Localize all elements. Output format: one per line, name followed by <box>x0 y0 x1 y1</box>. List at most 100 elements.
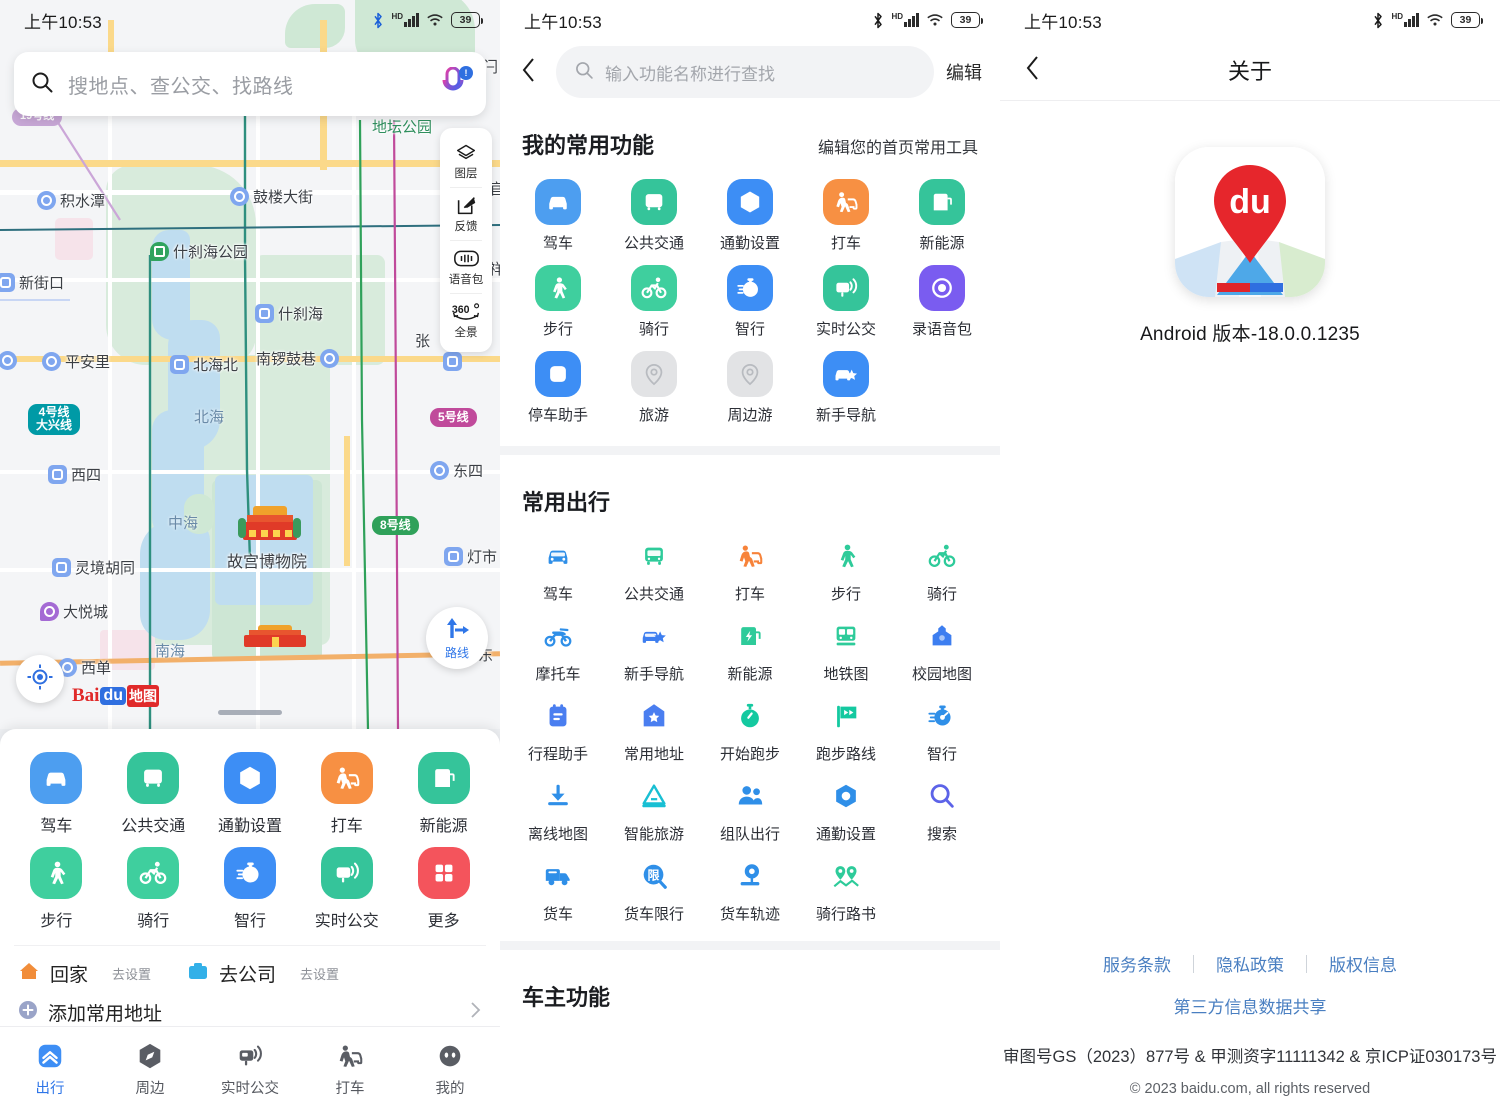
tab-打车[interactable]: 打车 <box>300 1040 400 1098</box>
function-item-校园地图[interactable]: 校园地图 <box>894 607 990 687</box>
function-item-实时公交[interactable]: 实时公交 <box>798 256 894 342</box>
map-tool-voice-pack[interactable]: 语音包 <box>440 240 492 293</box>
map-poi-xidan[interactable]: 西单 <box>58 657 111 678</box>
function-item-通勤设置[interactable]: 通勤设置 <box>702 170 798 256</box>
favorite-home-action[interactable]: 去设置 <box>112 964 151 983</box>
quick-tool-label: 智行 <box>233 913 266 930</box>
voice-search-button[interactable]: ! <box>436 66 473 101</box>
map-poi-dengshi[interactable]: 灯市 <box>444 546 497 567</box>
function-item-公共交通[interactable]: 公共交通 <box>606 170 702 256</box>
function-item-货车轨迹[interactable]: 货车轨迹 <box>702 847 798 927</box>
map-poi-pinganli[interactable]: 平安里 <box>42 351 110 372</box>
function-item-label: 离线地图 <box>527 826 588 843</box>
back-button[interactable] <box>514 50 544 94</box>
tab-实时公交[interactable]: 实时公交 <box>200 1040 300 1098</box>
function-item-智能旅游[interactable]: 智能旅游 <box>606 767 702 847</box>
quick-tool-6[interactable]: 步行 <box>8 840 105 935</box>
quick-tool-4[interactable]: 打车 <box>298 745 395 840</box>
favorite-work[interactable]: 去公司 去设置 <box>187 960 339 987</box>
tab-周边[interactable]: 周边 <box>100 1040 200 1098</box>
function-item-搜索[interactable]: 搜索 <box>894 767 990 847</box>
function-search-placeholder: 输入功能名称进行查找 <box>605 64 775 84</box>
map-poi-xinjiekou[interactable]: 新街口 <box>0 272 64 293</box>
section-subtitle[interactable]: 编辑您的首页常用工具 <box>818 134 978 158</box>
function-item-摩托车[interactable]: 摩托车 <box>510 607 606 687</box>
privacy-link[interactable]: 隐私政策 <box>1194 951 1306 976</box>
map-poi-jishuitan[interactable]: 积水潭 <box>37 190 105 211</box>
function-item-骑行路书[interactable]: 骑行路书 <box>798 847 894 927</box>
function-item-货车[interactable]: 货车 <box>510 847 606 927</box>
function-item-骑行[interactable]: 骑行 <box>894 527 990 607</box>
search-icon <box>30 70 54 99</box>
function-item-新手导航[interactable]: 新手导航 <box>606 607 702 687</box>
function-search-input[interactable]: 输入功能名称进行查找 <box>556 46 934 98</box>
function-item-常用地址[interactable]: 常用地址 <box>606 687 702 767</box>
map-poi-shichahai-park[interactable]: 什刹海公园 <box>150 241 248 262</box>
locate-button[interactable] <box>16 655 64 703</box>
function-item-行程助手[interactable]: 行程助手 <box>510 687 606 767</box>
map-poi-palace-museum[interactable]: 故宫博物院 <box>227 548 307 572</box>
favorite-home[interactable]: 回家 去设置 <box>18 960 151 987</box>
map-tool-feedback[interactable]: 反馈 <box>440 187 492 240</box>
function-item-录语音包[interactable]: 录语音包 <box>894 256 990 342</box>
subway-station-icon <box>255 304 274 323</box>
tab-我的[interactable]: 我的 <box>400 1040 500 1098</box>
map-poi-nanluoguxiang[interactable]: 南锣鼓巷 <box>256 348 340 369</box>
map-poi-dongsi[interactable]: 东四 <box>430 460 483 481</box>
pin-icon <box>631 351 677 397</box>
function-item-新手导航[interactable]: 新手导航 <box>798 342 894 428</box>
quick-tool-2[interactable]: 公共交通 <box>105 745 202 840</box>
function-item-打车[interactable]: 打车 <box>702 527 798 607</box>
map-poi-shichahai[interactable]: 什刹海 <box>255 303 323 324</box>
third-party-link[interactable]: 第三方信息数据共享 <box>1000 993 1500 1018</box>
map-tool-layers[interactable]: 图层 <box>440 134 492 187</box>
function-item-驾车[interactable]: 驾车 <box>510 170 606 256</box>
function-item-智行[interactable]: 智行 <box>894 687 990 767</box>
edit-button[interactable]: 编辑 <box>946 59 982 85</box>
function-item-步行[interactable]: 步行 <box>510 256 606 342</box>
quick-tool-3[interactable]: 通勤设置 <box>202 745 299 840</box>
function-item-打车[interactable]: 打车 <box>798 170 894 256</box>
function-item-开始跑步[interactable]: 开始跑步 <box>702 687 798 767</box>
quick-tool-1[interactable]: 驾车 <box>8 745 105 840</box>
map-poi-gulou[interactable]: 鼓楼大街 <box>230 186 313 207</box>
function-item-通勤设置[interactable]: 通勤设置 <box>798 767 894 847</box>
function-item-驾车[interactable]: 驾车 <box>510 527 606 607</box>
function-item-智行[interactable]: 智行 <box>702 256 798 342</box>
tab-出行[interactable]: 出行 <box>0 1040 100 1098</box>
function-item-地铁图[interactable]: 地铁图 <box>798 607 894 687</box>
map-poi-lingjinghutong[interactable]: 灵境胡同 <box>52 557 135 578</box>
map-poi-xisi[interactable]: 西四 <box>48 464 101 485</box>
map-tool-panorama[interactable]: 360 全景 <box>440 293 492 346</box>
function-item-骑行[interactable]: 骑行 <box>606 256 702 342</box>
map-poi-beihaibei[interactable]: 北海北 <box>170 354 238 375</box>
function-item-跑步路线[interactable]: 跑步路线 <box>798 687 894 767</box>
function-item-停车助手[interactable]: 停车助手 <box>510 342 606 428</box>
favorite-work-action[interactable]: 去设置 <box>300 964 339 983</box>
quick-tool-5[interactable]: 新能源 <box>395 745 492 840</box>
function-item-公共交通[interactable]: 公共交通 <box>606 527 702 607</box>
map-tool-label: 语音包 <box>448 274 484 286</box>
quick-tool-8[interactable]: 智行 <box>202 840 299 935</box>
function-item-周边游[interactable]: 周边游 <box>702 342 798 428</box>
function-item-组队出行[interactable]: 组队出行 <box>702 767 798 847</box>
layers-icon <box>440 141 492 164</box>
quick-tool-10[interactable]: 更多 <box>395 840 492 935</box>
route-button[interactable]: 路线 <box>426 607 488 669</box>
function-item-新能源[interactable]: 新能源 <box>894 170 990 256</box>
function-item-货车限行[interactable]: 限货车限行 <box>606 847 702 927</box>
quick-tool-7[interactable]: 骑行 <box>105 840 202 935</box>
add-address-row[interactable]: 添加常用地址 <box>0 991 500 1026</box>
map-poi-joycity[interactable]: 大悦城 <box>40 601 108 622</box>
terms-link[interactable]: 服务条款 <box>1081 951 1193 976</box>
function-item-步行[interactable]: 步行 <box>798 527 894 607</box>
function-item-旅游[interactable]: 旅游 <box>606 342 702 428</box>
copyright-link[interactable]: 版权信息 <box>1307 951 1419 976</box>
realtime-bus-icon <box>320 847 373 899</box>
truck-icon <box>535 856 581 896</box>
function-item-离线地图[interactable]: 离线地图 <box>510 767 606 847</box>
sheet-drag-handle[interactable] <box>218 710 282 715</box>
quick-tool-9[interactable]: 实时公交 <box>298 840 395 935</box>
function-item-新能源[interactable]: 新能源 <box>702 607 798 687</box>
map-search-bar[interactable]: 搜地点、查公交、找路线 ! <box>14 52 486 116</box>
